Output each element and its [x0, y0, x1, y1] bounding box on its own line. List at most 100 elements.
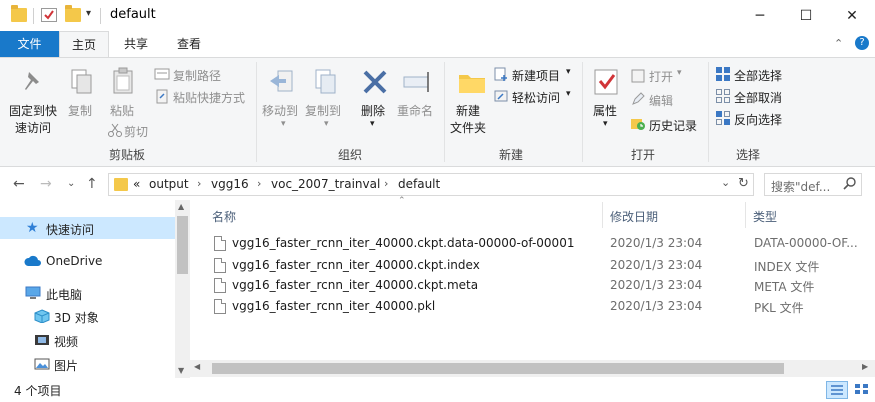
paste-shortcut-button[interactable]: 粘贴快捷方式	[173, 89, 245, 106]
chevron-right-icon[interactable]: ›	[257, 177, 261, 190]
tab-home[interactable]: 主页	[59, 31, 109, 58]
select-all-button[interactable]: 全部选择	[734, 67, 782, 84]
minimize-button[interactable]: ─	[737, 0, 783, 31]
tab-share[interactable]: 共享	[112, 31, 160, 57]
nav-scroll-thumb[interactable]	[177, 216, 188, 274]
address-bar[interactable]: « output › vgg16 › voc_2007_trainval › d…	[108, 173, 754, 196]
copy-button[interactable]: 复制	[68, 102, 92, 119]
chevron-right-icon[interactable]: ›	[384, 177, 388, 190]
back-arrow-icon[interactable]: ←	[13, 176, 25, 192]
cut-button[interactable]: 剪切	[124, 123, 148, 140]
group-label-open: 打开	[630, 148, 655, 162]
refresh-icon[interactable]: ↻	[738, 176, 749, 191]
help-icon[interactable]: ?	[855, 36, 869, 50]
navigation-pane: ★ 快速访问 OneDrive 此电脑 3D 对象 视频 图片	[0, 200, 190, 378]
easy-access-dropdown-icon[interactable]: ▾	[566, 89, 571, 99]
details-view-icon[interactable]	[826, 381, 848, 399]
history-button[interactable]: 历史记录	[649, 117, 697, 134]
file-row[interactable]: vgg16_faster_rcnn_iter_40000.ckpt.data-0…	[210, 234, 875, 254]
copy-to-dropdown-icon[interactable]: ▾	[324, 119, 329, 129]
address-row: ← → ⌄ ↑ « output › vgg16 › voc_2007_trai…	[0, 168, 875, 200]
file-icon	[214, 258, 226, 273]
file-row[interactable]: vgg16_faster_rcnn_iter_40000.pkl 2020/1/…	[210, 297, 875, 317]
picture-icon	[34, 357, 50, 371]
scroll-down-icon[interactable]: ▼	[178, 366, 184, 375]
nav-label: OneDrive	[46, 254, 103, 268]
breadcrumb-output[interactable]: output	[149, 177, 189, 191]
invert-selection-button[interactable]: 反向选择	[734, 111, 782, 128]
folder-icon	[114, 178, 128, 191]
file-icon	[214, 278, 226, 293]
easy-access-icon	[493, 88, 509, 104]
search-input[interactable]: 搜索"def...	[771, 178, 830, 195]
pin-quick-access-label[interactable]: 固定到快	[9, 102, 57, 119]
nav-item-this-pc[interactable]: 此电脑	[0, 282, 175, 304]
breadcrumb-voc-2007-trainval[interactable]: voc_2007_trainval	[271, 177, 380, 191]
file-row[interactable]: vgg16_faster_rcnn_iter_40000.ckpt.meta 2…	[210, 276, 875, 296]
large-icons-view-icon[interactable]	[852, 381, 872, 399]
address-dropdown-icon[interactable]: ⌄	[721, 176, 730, 189]
open-button[interactable]: 打开	[649, 68, 673, 85]
file-type: DATA-00000-OF...	[754, 236, 858, 250]
file-name: vgg16_faster_rcnn_iter_40000.ckpt.data-0…	[232, 236, 575, 250]
new-folder-label-2[interactable]: 文件夹	[450, 119, 486, 136]
paste-button[interactable]: 粘贴	[110, 102, 134, 119]
up-arrow-icon[interactable]: ↑	[86, 176, 98, 192]
maximize-button[interactable]: ☐	[783, 0, 829, 31]
breadcrumb-vgg16[interactable]: vgg16	[211, 177, 249, 191]
select-none-button[interactable]: 全部取消	[734, 89, 782, 106]
column-header-date[interactable]: 修改日期	[610, 208, 658, 225]
chevron-right-icon[interactable]: ›	[197, 177, 201, 190]
pin-quick-access-label-2[interactable]: 速访问	[15, 119, 51, 136]
close-button[interactable]: ✕	[829, 0, 875, 31]
search-box[interactable]: 搜索"def...	[764, 173, 862, 196]
column-header-name[interactable]: 名称	[212, 208, 236, 225]
recent-locations-icon[interactable]: ⌄	[67, 178, 75, 189]
scroll-right-icon[interactable]: ▶	[862, 362, 868, 371]
forward-arrow-icon[interactable]: →	[40, 176, 52, 192]
file-icon	[214, 236, 226, 251]
scroll-up-icon[interactable]: ▲	[178, 202, 184, 211]
new-folder-quick-icon[interactable]	[65, 5, 81, 22]
divider[interactable]	[602, 202, 603, 228]
search-icon[interactable]	[843, 176, 857, 193]
file-row[interactable]: vgg16_faster_rcnn_iter_40000.ckpt.index …	[210, 256, 875, 276]
breadcrumb-default[interactable]: default	[398, 177, 440, 191]
tab-view[interactable]: 查看	[164, 31, 214, 57]
nav-item-pictures[interactable]: 图片	[0, 353, 175, 375]
delete-button[interactable]: 删除	[361, 102, 385, 119]
new-item-dropdown-icon[interactable]: ▾	[566, 67, 571, 77]
horizontal-scroll-thumb[interactable]	[212, 363, 784, 374]
quick-access-dropdown-icon[interactable]: ▾	[86, 8, 91, 19]
delete-dropdown-icon[interactable]: ▾	[370, 119, 375, 129]
breadcrumb-overflow[interactable]: «	[133, 177, 140, 191]
copy-path-button[interactable]: 复制路径	[173, 67, 221, 84]
open-dropdown-icon[interactable]: ▾	[677, 68, 682, 78]
move-to-dropdown-icon[interactable]: ▾	[281, 119, 286, 129]
nav-item-onedrive[interactable]: OneDrive	[0, 250, 175, 272]
film-icon	[34, 333, 50, 347]
column-header-type[interactable]: 类型	[753, 208, 777, 225]
folder-icon	[11, 5, 27, 22]
properties-button[interactable]: 属性	[593, 102, 617, 119]
nav-item-3d-objects[interactable]: 3D 对象	[0, 305, 175, 327]
scroll-left-icon[interactable]: ◀	[194, 362, 200, 371]
edit-button[interactable]: 编辑	[649, 92, 673, 109]
easy-access-button[interactable]: 轻松访问	[512, 89, 560, 106]
copy-to-button[interactable]: 复制到	[305, 102, 341, 119]
history-icon	[630, 116, 646, 132]
properties-dropdown-icon[interactable]: ▾	[603, 119, 608, 129]
nav-item-quick-access[interactable]: ★ 快速访问	[0, 217, 175, 239]
divider[interactable]	[745, 202, 746, 228]
rename-button[interactable]: 重命名	[397, 102, 433, 119]
new-folder-label[interactable]: 新建	[456, 102, 480, 119]
tab-file[interactable]: 文件	[0, 31, 59, 57]
new-item-button[interactable]: 新建项目	[512, 67, 560, 84]
collapse-ribbon-icon[interactable]: ⌃	[834, 37, 843, 50]
star-icon: ★	[26, 220, 39, 236]
nav-item-videos[interactable]: 视频	[0, 329, 175, 351]
properties-quick-icon[interactable]	[41, 8, 57, 22]
nav-label: 图片	[54, 359, 79, 373]
move-to-button[interactable]: 移动到	[262, 102, 298, 119]
edit-icon	[630, 91, 646, 107]
